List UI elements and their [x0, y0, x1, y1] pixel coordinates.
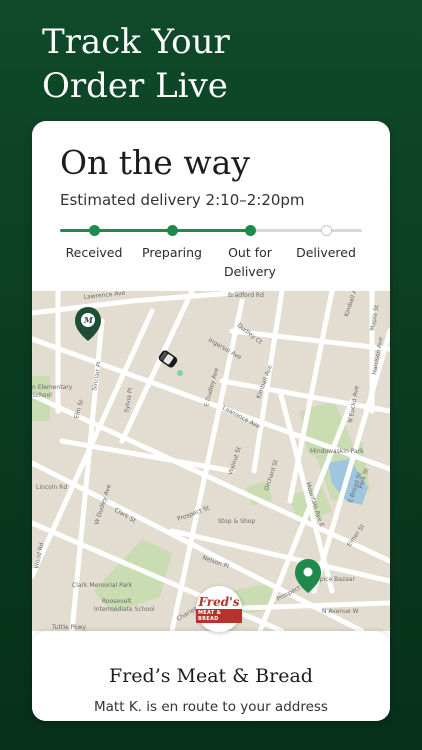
driver-status-message: Matt K. is en route to your address: [94, 699, 328, 715]
step-label-delivered: Delivered: [296, 245, 356, 260]
step-label-out-for-line2: Delivery: [224, 264, 276, 279]
order-status-title: On the way: [60, 143, 250, 182]
map-label-orchard-st: Orchard St: [263, 458, 280, 491]
map-label-sylvia-pl: Sylvia Pl: [123, 387, 134, 413]
map-label-kimball-ave-2: Kimball Ave: [343, 291, 361, 318]
order-progress-tracker: Received Preparing Out for Delivery Deli…: [60, 225, 362, 285]
map-label-roosevelt-school-line1: Roosevelt: [102, 598, 132, 605]
step-dot-received: [89, 225, 100, 236]
map-label-lawrence-ave: Lawrence Ave: [83, 291, 125, 301]
step-label-out-for-delivery: Out for Delivery: [210, 243, 290, 281]
map-label-walnut-st: Walnut St: [227, 445, 243, 475]
map-label-clark-memorial-park: Clark Memorial Park: [72, 582, 133, 589]
step-dot-delivered: [321, 225, 332, 236]
estimated-delivery-text: Estimated delivery 2:10–2:20pm: [60, 191, 305, 209]
delivery-car-icon: [158, 350, 178, 368]
step-label-received: Received: [65, 245, 123, 260]
progress-line-remaining: [250, 229, 362, 232]
promo-title-line2: Order Live: [42, 66, 228, 106]
promo-title-line1: Track Your: [42, 22, 230, 62]
store-name: Fred’s Meat & Bread: [109, 665, 313, 687]
svg-text:M: M: [83, 315, 94, 325]
store-logo-subtitle: MEAT & BREAD: [196, 608, 242, 623]
map-label-ingersol-ave: Ingersol Ave: [207, 337, 243, 362]
store-logo-script: Fred's: [198, 594, 240, 609]
delivery-map[interactable]: Lawrence Ave Bradford Rd Dudley Ct Inger…: [32, 291, 390, 631]
map-label-stop-and-shop: Stop & Shop: [218, 518, 255, 525]
map-canvas[interactable]: Lawrence Ave Bradford Rd Dudley Ct Inger…: [32, 291, 390, 631]
map-label-spice-bazaar: Spice Bazaar: [316, 576, 355, 583]
map-label-tuttle-pkwy: Tuttle Pkwy: [51, 624, 87, 631]
promo-title: Track Your Order Live: [42, 20, 382, 108]
map-label-sinclair-pl: Sinclair Pl: [91, 361, 103, 391]
store-pin-icon[interactable]: M: [75, 307, 101, 341]
map-label-lincoln-rd: Lincoln Rd: [36, 484, 67, 491]
step-dot-out-for-delivery: [245, 225, 256, 236]
step-label-out-for-line1: Out for: [228, 245, 272, 260]
map-label-bradford-rd: Bradford Rd: [228, 292, 264, 299]
car-position-glow: [177, 370, 183, 376]
map-label-roosevelt-school-line2: Intermediate School: [94, 606, 155, 613]
map-label-e-dudley-ave: E Dudley Ave: [203, 367, 220, 407]
order-tracking-card: On the way Estimated delivery 2:10–2:20p…: [32, 121, 390, 721]
map-label-mindowaskin-park: Mindowaskin Park: [310, 448, 364, 455]
map-label-lincoln-school-line2: School: [32, 392, 52, 399]
step-dot-preparing: [167, 225, 178, 236]
store-logo: Fred's MEAT & BREAD: [196, 586, 242, 632]
map-label-lincoln-school-line1: n Elementary: [32, 384, 73, 391]
step-label-preparing: Preparing: [142, 245, 202, 260]
store-info-panel[interactable]: Fred’s Meat & Bread Matt K. is en route …: [32, 631, 390, 721]
map-label-n-avenue-w: N Avenue W: [322, 608, 359, 615]
